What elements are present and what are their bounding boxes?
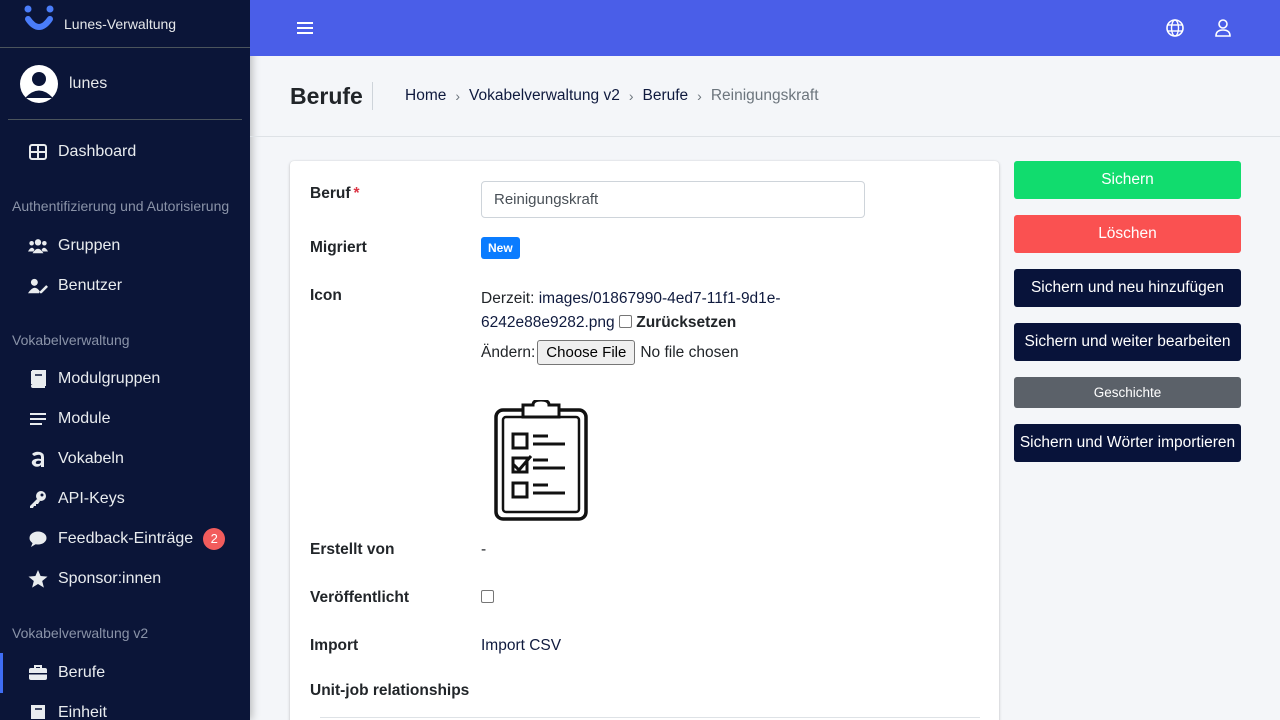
nav-header-vokabelverwaltung-v2: Vokabelverwaltung v2 <box>12 625 149 641</box>
sidebar-item-feedback[interactable]: Feedback-Einträge 2 <box>8 519 242 559</box>
users-icon <box>28 236 48 256</box>
icon-label: Icon <box>310 287 342 304</box>
icon-path-part-2: 6242e88e9282.png <box>481 314 615 331</box>
breadcrumb-separator: › <box>455 88 461 104</box>
hamburger-menu-icon[interactable] <box>295 18 315 38</box>
sidebar-item-benutzer[interactable]: Benutzer <box>8 266 242 306</box>
sidebar-item-module[interactable]: Module <box>8 399 242 439</box>
globe-icon[interactable] <box>1165 18 1185 38</box>
veroeffentlicht-checkbox[interactable] <box>481 590 494 603</box>
sidebar: Lunes-Verwaltung lunes Dashboard Authent… <box>0 0 250 720</box>
migriert-new-badge: New <box>481 237 520 259</box>
book-icon <box>28 703 48 720</box>
icon-change-label: Ändern: <box>481 343 536 361</box>
nav-header-vokabelverwaltung: Vokabelverwaltung <box>12 332 130 348</box>
sidebar-item-label: API-Keys <box>58 490 125 507</box>
sidebar-item-label: Gruppen <box>58 237 121 254</box>
erstellt-label: Erstellt von <box>310 541 395 558</box>
brand-title: Lunes-Verwaltung <box>64 15 177 32</box>
veroeffentlicht-label: Veröffentlicht <box>310 589 410 606</box>
import-csv-link[interactable]: Import CSV <box>481 637 561 655</box>
sidebar-item-label: Modulgruppen <box>58 370 161 387</box>
delete-button[interactable]: Löschen <box>1014 215 1241 253</box>
lunes-logo-icon <box>24 5 54 30</box>
user-icon[interactable] <box>1213 18 1233 38</box>
list-icon <box>28 409 48 429</box>
icon-path-part-1: images/01867990-4ed7-11f1-9d1e- <box>538 290 781 307</box>
briefcase-icon <box>28 663 48 683</box>
sidebar-item-label: Benutzer <box>58 277 123 294</box>
user-name: lunes <box>69 74 108 92</box>
key-icon <box>28 489 48 509</box>
breadcrumb: Home › Vokabelverwaltung v2 › Berufe › R… <box>405 87 819 105</box>
reset-label: Zurücksetzen <box>636 314 737 331</box>
required-mark: * <box>353 185 360 202</box>
save-and-continue-button[interactable]: Sichern und weiter bearbeiten <box>1014 323 1241 361</box>
beruf-label: Beruf * <box>310 185 360 203</box>
sidebar-item-dashboard[interactable]: Dashboard <box>8 132 242 172</box>
user-avatar-icon <box>20 64 58 103</box>
history-button[interactable]: Geschichte <box>1014 377 1241 408</box>
icon-change-row: Ändern: Choose File No file chosen <box>481 340 739 365</box>
sidebar-item-einheit[interactable]: Einheit <box>8 693 242 720</box>
unit-job-label: Unit-job relationships <box>310 682 470 699</box>
user-panel[interactable]: lunes <box>8 48 242 120</box>
erstellt-value: - <box>481 541 487 558</box>
breadcrumb-separator: › <box>697 88 702 104</box>
content-header: Berufe Home › Vokabelverwaltung v2 › Ber… <box>250 56 1280 137</box>
letter-a-icon <box>28 449 48 469</box>
sidebar-item-label: Berufe <box>58 664 106 681</box>
breadcrumb-home[interactable]: Home <box>405 87 446 105</box>
sidebar-item-vokabeln[interactable]: Vokabeln <box>8 439 242 479</box>
no-file-text: No file chosen <box>640 343 739 361</box>
import-label: Import <box>310 637 359 654</box>
sidebar-item-label: Einheit <box>58 704 107 720</box>
icon-current-prefix: Derzeit: <box>481 290 535 307</box>
sidebar-item-label: Vokabeln <box>58 450 124 467</box>
save-and-add-button[interactable]: Sichern und neu hinzufügen <box>1014 269 1241 307</box>
breadcrumb-separator: › <box>628 88 634 104</box>
nav-header-auth: Authentifizierung und Autorisierung <box>12 198 230 214</box>
brand-link[interactable]: Lunes-Verwaltung <box>0 0 250 48</box>
dashboard-icon <box>28 142 48 162</box>
sidebar-item-label: Feedback-Einträge <box>58 530 194 547</box>
icon-current: Derzeit: images/01867990-4ed7-11f1-9d1e-… <box>481 287 811 335</box>
user-edit-icon <box>28 276 48 296</box>
beruf-input[interactable] <box>481 181 865 218</box>
sidebar-item-sponsor[interactable]: Sponsor:innen <box>8 559 242 599</box>
save-button[interactable]: Sichern <box>1014 161 1241 199</box>
sidebar-item-modulgruppen[interactable]: Modulgruppen <box>8 359 242 399</box>
save-and-import-button[interactable]: Sichern und Wörter importieren <box>1014 424 1241 462</box>
sidebar-item-label: Sponsor:innen <box>58 570 162 587</box>
feedback-count-badge: 2 <box>203 528 226 550</box>
star-icon <box>28 569 48 589</box>
sidebar-item-label: Dashboard <box>58 143 137 160</box>
beruf-label-text: Beruf <box>310 185 351 202</box>
breadcrumb-vokabelverwaltung-v2[interactable]: Vokabelverwaltung v2 <box>469 87 620 105</box>
topbar <box>250 0 1280 56</box>
section-divider <box>320 717 980 718</box>
sidebar-item-berufe[interactable]: Berufe <box>0 653 242 693</box>
reset-checkbox[interactable] <box>618 315 632 328</box>
sidebar-item-gruppen[interactable]: Gruppen <box>8 226 242 266</box>
comment-icon <box>28 529 48 549</box>
migriert-label: Migriert <box>310 239 367 256</box>
clipboard-checklist-icon <box>494 400 588 521</box>
book-icon <box>28 369 48 389</box>
choose-file-button[interactable]: Choose File <box>537 340 636 365</box>
sidebar-item-label: Module <box>58 410 111 427</box>
sidebar-item-api-keys[interactable]: API-Keys <box>8 479 242 519</box>
form-card: Beruf* Migriert New Icon Derzeit: images… <box>290 161 999 720</box>
breadcrumb-berufe[interactable]: Berufe <box>643 87 689 105</box>
page-title: Berufe <box>290 83 363 109</box>
breadcrumb-current: Reinigungskraft <box>710 87 819 104</box>
header-divider <box>372 82 373 110</box>
